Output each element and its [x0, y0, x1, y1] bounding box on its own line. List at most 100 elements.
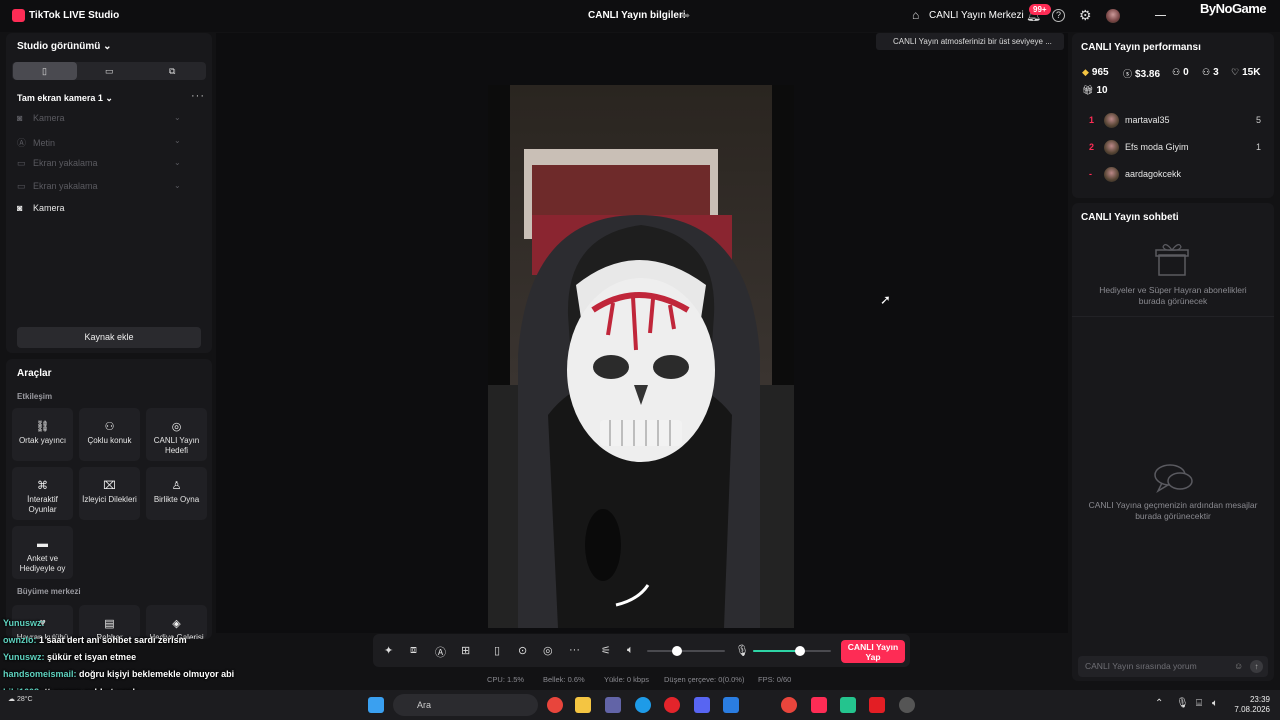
user-icon: ⚇: [1172, 67, 1181, 77]
growth-tool-button[interactable]: ▤ Rehber: [79, 605, 140, 639]
tip-banner[interactable]: CANLI Yayın atmosferinizi bir üst seviye…: [876, 33, 1064, 50]
go-live-button[interactable]: CANLI Yayın Yap: [841, 640, 905, 663]
scene-selector[interactable]: Tam ekran kamera 1 ⌄: [17, 93, 113, 104]
app-icon[interactable]: [840, 697, 856, 713]
network-icon[interactable]: ⌸: [1196, 698, 1202, 709]
gear-icon[interactable]: ⚙: [1079, 7, 1092, 24]
discord-icon[interactable]: [694, 697, 710, 713]
volume-icon[interactable]: 🔈︎: [1212, 698, 1218, 709]
avatar[interactable]: [1106, 9, 1120, 23]
source-item[interactable]: Ⓐ Metin: [17, 136, 55, 149]
chevron-down-icon[interactable]: ⌄: [174, 158, 181, 167]
tool-button[interactable]: ⌧ İzleyici Dilekleri: [79, 467, 140, 520]
target-icon: ◎: [171, 421, 182, 433]
home-icon[interactable]: ⌂: [912, 8, 919, 22]
add-source-button[interactable]: Kaynak ekle: [17, 327, 201, 348]
source-label: Ekran yakalama: [33, 158, 98, 168]
more-options-icon[interactable]: ···: [569, 644, 580, 656]
camera-preview[interactable]: [488, 85, 794, 628]
obs-icon[interactable]: [899, 697, 915, 713]
more-icon[interactable]: ···: [191, 90, 205, 102]
magic-wand-icon[interactable]: ✦: [384, 644, 393, 657]
poll-icon: ▬: [37, 538, 48, 550]
tool-button[interactable]: ◎ CANLI Yayın Hedefi: [146, 408, 207, 461]
clock[interactable]: 23:39 7.08.2026: [1234, 695, 1270, 715]
source-item[interactable]: ◙ Kamera: [17, 113, 65, 123]
phone-icon[interactable]: ▯: [494, 644, 500, 657]
landscape-button[interactable]: ▭: [105, 66, 114, 77]
chevron-down-icon[interactable]: ⌄: [174, 136, 181, 145]
mixer-icon[interactable]: ⚟: [601, 644, 611, 657]
help-icon[interactable]: ?: [1052, 9, 1065, 22]
source-item[interactable]: ▭ Ekran yakalama: [17, 158, 98, 169]
chat-bubble-icon: [1154, 464, 1193, 493]
rank-number: 1: [1089, 115, 1095, 125]
heart-icon: ♡: [1231, 67, 1240, 77]
source-item[interactable]: ▭ Ekran yakalama: [17, 181, 98, 192]
live-center-link[interactable]: CANLI Yayın Merkezi: [929, 10, 1024, 21]
capture-icon[interactable]: ◎: [543, 644, 553, 657]
dual-layout-button[interactable]: ⧉: [169, 66, 175, 77]
camera-icon: ◙: [17, 203, 23, 213]
windows-start-icon[interactable]: [368, 697, 384, 713]
book-icon: ▤: [104, 618, 115, 630]
cpu-stat: CPU: 1.5%: [487, 675, 525, 684]
ranking-username: martaval35: [1125, 115, 1170, 125]
tool-button[interactable]: ⛓ Ortak yayıncı: [12, 408, 73, 461]
tool-button[interactable]: ♙ Birlikte Oyna: [146, 467, 207, 520]
speaker-icon[interactable]: 🔈︎: [627, 644, 634, 657]
memory-stat: Bellek: 0.6%: [543, 675, 585, 684]
tool-button[interactable]: ⚇ Çoklu konuk: [79, 408, 140, 461]
tool-button[interactable]: ⌘ İnteraktif Oyunlar: [12, 467, 73, 520]
interaction-section-label: Etkileşim: [17, 392, 53, 401]
mic-level-fill: [753, 650, 800, 652]
overlay-chat-message: ownzlo: 1 saat dert ani sohbet sardı zer…: [3, 635, 187, 645]
send-button[interactable]: ↑: [1250, 660, 1263, 673]
tool-button[interactable]: ▬ Anket ve Hediyeyle oy: [12, 526, 73, 579]
ranking-row[interactable]: 1 martaval35 5: [1072, 112, 1274, 132]
volume-slider-track[interactable]: [647, 650, 725, 652]
tiktok-logo-icon: [12, 9, 25, 22]
studio-view-title[interactable]: Studio görünümü ⌄: [17, 41, 112, 52]
portrait-icon: ▯: [42, 66, 47, 76]
record-icon[interactable]: ⊙: [518, 644, 527, 657]
weather-widget[interactable]: ☁ 28°C: [8, 695, 33, 703]
chevron-down-icon[interactable]: ⌄: [174, 181, 181, 190]
tray-mic-icon[interactable]: 🎙︎: [1176, 698, 1189, 709]
add-media-icon[interactable]: ⊞: [461, 644, 470, 657]
effects-icon[interactable]: ⧈: [410, 644, 417, 657]
chevron-down-icon[interactable]: ⌄: [174, 113, 181, 122]
opera-icon[interactable]: [664, 697, 680, 713]
gamepad-icon: ⌘: [37, 480, 48, 492]
youtube-icon[interactable]: [869, 697, 885, 713]
ranking-row[interactable]: - aardagokcekk: [1072, 166, 1274, 186]
source-item[interactable]: ◙ Kamera: [17, 203, 65, 213]
ai-icon[interactable]: Ⓐ: [435, 644, 446, 660]
share-icon[interactable]: ➦: [681, 9, 690, 22]
mail-icon[interactable]: [723, 697, 739, 713]
microphone-icon[interactable]: 🎙︎: [735, 644, 749, 657]
taskbar-search-input[interactable]: Ara: [393, 694, 538, 716]
teams-icon[interactable]: [605, 697, 621, 713]
overlay-chat-message: handsomeismail: doğru kişiyi beklemekle …: [3, 669, 234, 679]
tool-label: Çoklu konuk: [87, 436, 132, 445]
tiktok-live-studio-icon[interactable]: [811, 697, 827, 713]
ranking-row[interactable]: 2 Efs moda Giyim 1: [1072, 139, 1274, 159]
performance-title: CANLI Yayın performansı: [1081, 42, 1201, 53]
text-icon: Ⓐ: [17, 137, 27, 148]
mic-slider-knob[interactable]: [794, 646, 805, 656]
minimize-button[interactable]: [1155, 15, 1166, 16]
chrome-icon[interactable]: [547, 697, 563, 713]
live-info-title[interactable]: CANLI Yayın bilgileri: [588, 10, 686, 21]
volume-slider-knob[interactable]: [671, 646, 682, 656]
edge-icon[interactable]: [635, 697, 651, 713]
emoji-icon[interactable]: ☺: [1234, 661, 1243, 671]
ranking-score: 1: [1256, 142, 1262, 152]
chrome-profile-icon[interactable]: [781, 697, 797, 713]
file-explorer-icon[interactable]: [575, 697, 591, 713]
weather-icon: ☁: [8, 696, 15, 703]
tool-label: CANLI Yayın Hedefi: [153, 436, 200, 455]
tray-chevron-icon[interactable]: ⌃: [1155, 698, 1163, 709]
growth-tool-button[interactable]: ◈ Hediye Galerisi: [146, 605, 207, 639]
chat-empty-message: CANLI Yayına geçmenizin ardından mesajla…: [1088, 500, 1258, 521]
